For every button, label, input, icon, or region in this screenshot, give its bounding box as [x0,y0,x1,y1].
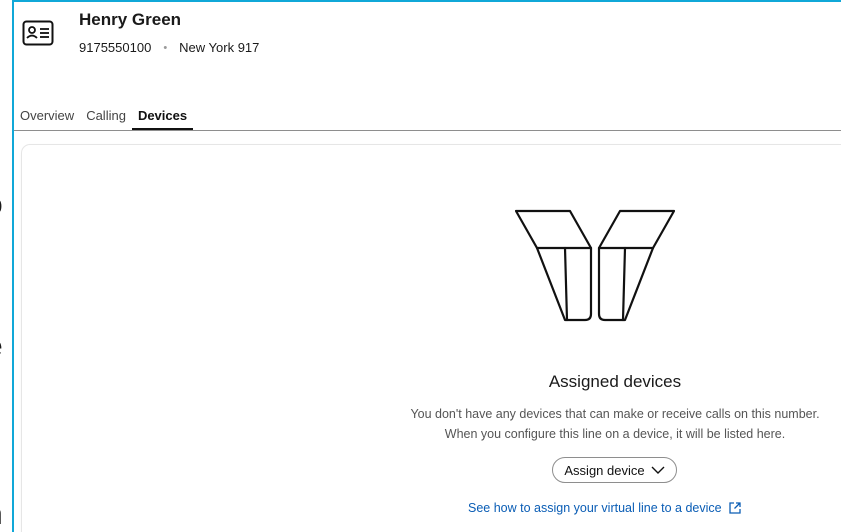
assign-help-link[interactable]: See how to assign your virtual line to a… [468,501,742,515]
user-meta: 9175550100 • New York 917 [79,40,259,55]
location: New York 917 [179,40,260,55]
empty-state-line-2: When you configure this line on a device… [444,427,786,441]
chevron-down-icon [651,466,665,474]
devices-content-card [22,145,841,532]
tab-devices[interactable]: Devices [131,102,194,130]
external-link-icon [728,502,741,514]
background-glyph: e [0,332,3,362]
phone-number: 9175550100 [79,40,152,55]
help-link-text: See how to assign your virtual line to a… [468,501,722,515]
assign-device-button[interactable]: Assign device [552,457,677,483]
user-details-panel: Henry Green 9175550100 • New York 917 Ov… [12,0,841,532]
background-glyph: o [0,190,3,220]
tab-bar: Overview Calling Devices [14,102,841,131]
empty-state-description: You don't have any devices that can make… [370,404,841,444]
tab-overview[interactable]: Overview [14,102,80,129]
empty-state-line-1: You don't have any devices that can make… [410,407,820,421]
user-name: Henry Green [79,10,182,29]
tab-calling[interactable]: Calling [80,102,132,129]
assign-device-label: Assign device [564,462,645,478]
meta-separator: • [163,41,168,54]
background-glyph: n [0,500,3,530]
user-header: Henry Green 9175550100 • New York 917 [14,2,841,82]
contact-card-icon [22,20,54,46]
devices-illustration [515,209,675,322]
empty-state-title: Assigned devices [548,372,682,391]
background-window-edge: o e n [0,0,12,532]
